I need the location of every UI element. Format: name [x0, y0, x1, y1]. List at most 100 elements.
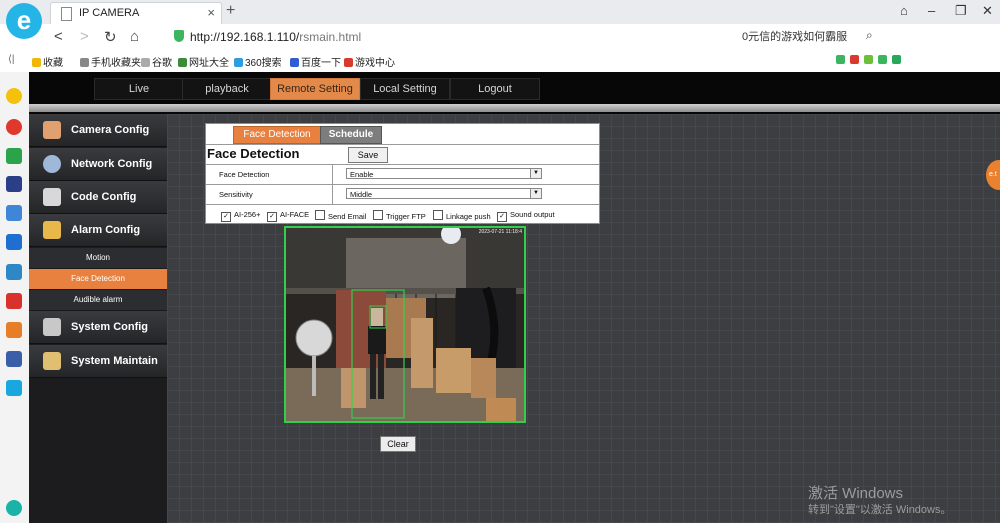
column-divider: [332, 164, 333, 204]
pin-icon[interactable]: ⌂: [900, 3, 908, 18]
search-icon[interactable]: ⌕: [866, 28, 873, 43]
sidebar-item-camera-config[interactable]: Camera Config: [29, 114, 167, 147]
forward-button[interactable]: >: [80, 28, 89, 45]
sidebar-item-code-config[interactable]: Code Config: [29, 181, 167, 214]
checkbox-send-email[interactable]: Send Email: [315, 210, 366, 221]
star-icon: [32, 58, 41, 67]
checkbox-sound-output[interactable]: ✓ Sound output: [497, 210, 555, 222]
maximize-button[interactable]: ❐: [955, 3, 967, 19]
sidebar-item-label: Alarm Config: [71, 224, 141, 236]
tab-playback[interactable]: playback: [182, 78, 272, 100]
video-timestamp: 2023-07-21 11:18:4: [478, 229, 522, 235]
sensitivity-select[interactable]: Middle ▼: [346, 188, 542, 199]
game-app-icon[interactable]: [6, 264, 22, 280]
weibo-icon[interactable]: [6, 119, 22, 135]
bookmark-item[interactable]: 游戏中心: [344, 54, 395, 69]
checkbox-linkage-push[interactable]: Linkage push: [433, 210, 491, 221]
app-4399-icon[interactable]: [6, 293, 22, 309]
face-detection-label: Face Detection: [219, 170, 270, 179]
checkbox-box: [373, 210, 383, 220]
home-button[interactable]: ⌂: [130, 28, 139, 45]
sidebar-subitem-motion[interactable]: Motion: [29, 248, 167, 269]
globe-icon: [43, 155, 61, 173]
checkbox-ai-face[interactable]: ✓ AI-FACE: [267, 210, 309, 222]
favorite-icon[interactable]: [6, 88, 22, 104]
page-icon: [61, 7, 72, 21]
tab-live[interactable]: Live: [94, 78, 184, 100]
mail-icon[interactable]: [6, 148, 22, 164]
sidebar-item-system-config[interactable]: System Config: [29, 311, 167, 344]
bookmark-item[interactable]: 360搜索: [234, 54, 282, 69]
select-value: Middle: [350, 190, 373, 199]
browser-tab[interactable]: IP CAMERA ×: [50, 2, 222, 24]
bookmark-label: 手机收藏夹: [91, 58, 141, 69]
minimize-button[interactable]: –: [928, 3, 935, 18]
close-window-button[interactable]: ✕: [982, 3, 993, 19]
reload-button[interactable]: ↻: [104, 28, 117, 46]
windows-watermark-title: 激活 Windows: [808, 485, 904, 502]
checkbox-box: [433, 210, 443, 220]
cloud-app-icon[interactable]: [6, 234, 22, 250]
pp-app-icon[interactable]: [6, 380, 22, 396]
camera-scene: [286, 228, 524, 421]
sidebar-item-alarm-config[interactable]: Alarm Config: [29, 214, 167, 247]
tab-logout[interactable]: Logout: [450, 78, 540, 100]
monitor-icon: [43, 121, 61, 139]
baidu-icon: [290, 58, 299, 67]
checkbox-box: ✓: [221, 212, 231, 222]
web-icon: [178, 58, 187, 67]
checkbox-label: AI-256+: [234, 210, 261, 219]
bookmark-item[interactable]: 网址大全: [178, 54, 229, 69]
checkbox-label: Trigger FTP: [386, 212, 426, 221]
doc-app-icon[interactable]: [6, 205, 22, 221]
sidebar-subitem-face-detection[interactable]: Face Detection: [29, 269, 167, 290]
save-button[interactable]: Save: [348, 147, 388, 163]
new-tab-button[interactable]: +: [226, 2, 235, 20]
row-divider: [206, 204, 599, 205]
ext-green2-icon: [878, 55, 888, 64]
bookmark-item[interactable]: 手机收藏夹: [80, 54, 141, 69]
bookmark-item[interactable]: 百度一下: [290, 54, 341, 69]
sidebar-toggle-icon[interactable]: ⟨|: [8, 54, 15, 65]
checkbox-trigger-ftp[interactable]: Trigger FTP: [373, 210, 426, 221]
face-detection-select[interactable]: Enable ▼: [346, 168, 542, 179]
sidebar-item-network-config[interactable]: Network Config: [29, 148, 167, 181]
checkbox-ai-256[interactable]: ✓ AI-256+: [221, 210, 260, 222]
tab-close-icon[interactable]: ×: [207, 5, 215, 20]
game2-app-icon[interactable]: [6, 322, 22, 338]
search-box[interactable]: 0元信的游戏如何霸服: [742, 28, 882, 44]
tab-face-detection[interactable]: Face Detection: [233, 126, 321, 144]
extension-icons[interactable]: [836, 54, 903, 66]
checkbox-box: ✓: [267, 212, 277, 222]
checkbox-label: Linkage push: [446, 212, 491, 221]
bookmark-label: 谷歌: [152, 58, 172, 69]
sidebar-item-label: System Config: [71, 321, 149, 333]
game3-app-icon[interactable]: [6, 351, 22, 367]
checkbox-label: AI-FACE: [280, 210, 310, 219]
sidebar-subitem-audible-alarm[interactable]: Audible alarm: [29, 290, 167, 311]
ext-lime-icon: [864, 55, 874, 64]
live-video-frame[interactable]: 2023-07-21 11:18:4: [284, 226, 526, 423]
add-app-icon[interactable]: [6, 500, 22, 516]
row-divider: [206, 164, 599, 165]
game-icon: [344, 58, 353, 67]
sidebar-item-system-maintain[interactable]: System Maintain: [29, 345, 167, 378]
back-button[interactable]: <: [54, 28, 63, 45]
checkbox-label: Sound output: [510, 210, 555, 219]
folder-icon: [80, 58, 89, 67]
bookmark-item[interactable]: 收藏: [32, 54, 63, 69]
bookmark-label: 网址大全: [189, 58, 229, 69]
address-bar[interactable]: http://192.168.1.110/rsmain.html: [170, 28, 730, 46]
bookmark-item[interactable]: 谷歌: [141, 54, 172, 69]
checkbox-box: [315, 210, 325, 220]
bookmark-label: 收藏: [43, 58, 63, 69]
tab-schedule[interactable]: Schedule: [320, 126, 382, 144]
tab-remote-setting[interactable]: Remote Setting: [270, 78, 360, 100]
film-icon: [43, 188, 61, 206]
tab-local-setting[interactable]: Local Setting: [360, 78, 450, 100]
bookmark-label: 游戏中心: [355, 58, 395, 69]
clear-button[interactable]: Clear: [380, 436, 416, 452]
row-divider: [206, 184, 599, 185]
news-icon[interactable]: [6, 176, 22, 192]
chevron-down-icon: ▼: [530, 169, 541, 178]
